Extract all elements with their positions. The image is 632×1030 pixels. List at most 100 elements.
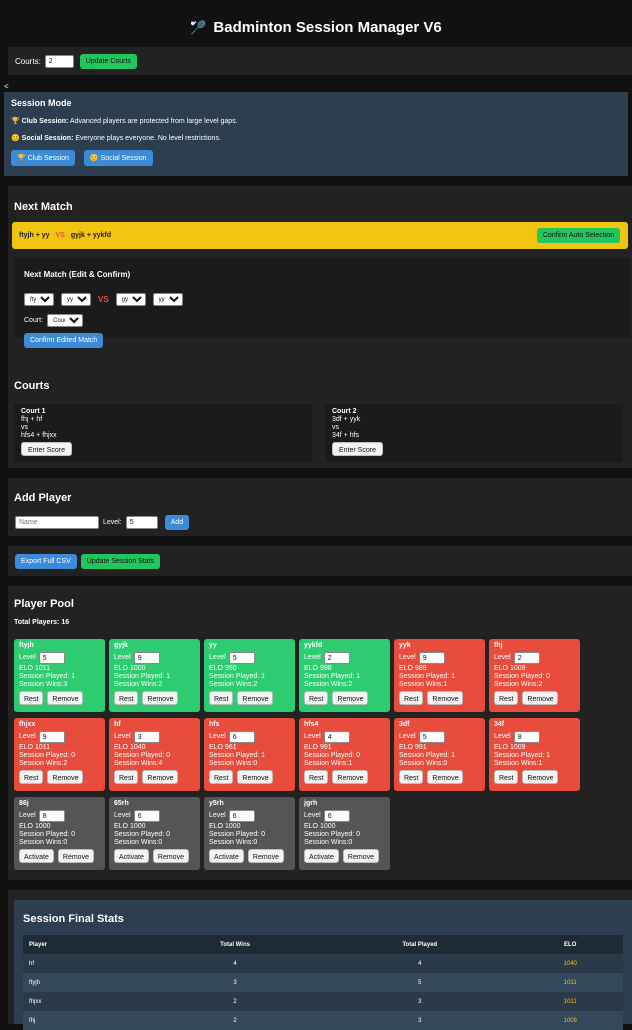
export-csv-button[interactable]: Export Full CSV	[15, 553, 77, 569]
activate-button[interactable]: Activate	[209, 849, 244, 863]
court-select[interactable]: Court 1	[47, 314, 84, 327]
remove-button[interactable]: Remove	[427, 770, 464, 784]
cell-player: fhjxx	[29, 998, 42, 1005]
player-session-wins: Session Wins:0	[304, 839, 353, 846]
level-label: Level	[114, 654, 131, 661]
rest-button[interactable]: Rest	[399, 770, 424, 784]
player-level-input[interactable]	[228, 652, 255, 664]
total-players: Total Players: 16	[14, 619, 70, 626]
remove-button[interactable]: Remove	[342, 849, 379, 863]
player-level-input[interactable]	[125, 516, 158, 529]
rest-button[interactable]: Rest	[494, 691, 519, 705]
rest-button[interactable]: Rest	[494, 770, 519, 784]
rest-button[interactable]: Rest	[114, 691, 139, 705]
activate-button[interactable]: Activate	[114, 849, 149, 863]
add-player-button[interactable]: Add	[164, 515, 190, 530]
player-level-input[interactable]	[513, 731, 540, 743]
confirm-edited-match-button[interactable]: Confirm Edited Match	[24, 333, 104, 348]
confirm-auto-selection-button[interactable]: Confirm Auto Selection	[536, 228, 620, 243]
enter-score-button[interactable]: Enter Score	[332, 442, 383, 456]
player1-select[interactable]: ftyjh	[24, 293, 54, 306]
final-stats-table: Player Total Wins Total Played ELO hf 4 4 1…	[23, 935, 623, 1030]
remove-button[interactable]: Remove	[152, 849, 189, 863]
edit-match-box: Next Match (Edit & Confirm) ftyjh yy VS …	[14, 258, 630, 348]
player-level-input[interactable]	[228, 731, 255, 743]
player-level-input[interactable]	[418, 731, 445, 743]
update-courts-button[interactable]: Update Courts	[79, 53, 137, 69]
remove-button[interactable]: Remove	[57, 849, 94, 863]
activate-button[interactable]: Activate	[304, 849, 339, 863]
remove-button[interactable]: Remove	[47, 691, 84, 705]
player-level-input[interactable]	[418, 652, 445, 664]
update-session-stats-button[interactable]: Update Session Stats	[80, 553, 161, 569]
remove-button[interactable]: Remove	[522, 691, 559, 705]
cell-total-played: 4	[418, 960, 422, 967]
final-stats-title: Session Final Stats	[23, 913, 124, 925]
level-label: Level	[19, 812, 36, 819]
rest-button[interactable]: Rest	[19, 770, 44, 784]
player-level-input[interactable]	[38, 731, 65, 743]
player-level-input[interactable]	[513, 652, 540, 664]
player2-select[interactable]: yy	[61, 293, 91, 306]
court-card: Court 1 fhj + hf vs hfs4 + fhjxx Enter S…	[14, 404, 312, 462]
rest-button[interactable]: Rest	[399, 691, 424, 705]
player-level-input[interactable]	[323, 652, 350, 664]
rest-button[interactable]: Rest	[19, 691, 44, 705]
player-session-wins: Session Wins:2	[19, 760, 68, 767]
player-session-played: Session Played: 0	[114, 752, 171, 759]
player-card: yykfd Level ELO 998Session Played: 1Sessio…	[299, 639, 390, 712]
player-name: jgrh	[304, 800, 318, 807]
player-level-input[interactable]	[228, 810, 255, 822]
player-level-input[interactable]	[38, 652, 65, 664]
cell-elo: 1040	[563, 960, 577, 967]
team-a: ftyjh + yy	[19, 232, 50, 239]
player-session-wins: Session Wins:0	[209, 760, 258, 767]
enter-score-button[interactable]: Enter Score	[21, 442, 72, 456]
player-card: yyk Level ELO 989Session Played: 1Session …	[394, 639, 485, 712]
remove-button[interactable]: Remove	[237, 770, 274, 784]
player-session-wins: Session Wins:2	[209, 681, 258, 688]
rest-button[interactable]: Rest	[114, 770, 139, 784]
rest-button[interactable]: Rest	[209, 691, 234, 705]
player3-select[interactable]: gyjk	[115, 293, 146, 306]
player-session-played: Session Played: 0	[19, 831, 76, 838]
activate-button[interactable]: Activate	[19, 849, 54, 863]
level-label: Level	[19, 733, 36, 740]
cell-total-played: 3	[418, 1017, 422, 1024]
remove-button[interactable]: Remove	[142, 770, 179, 784]
remove-button[interactable]: Remove	[332, 691, 369, 705]
remove-button[interactable]: Remove	[247, 849, 284, 863]
vs-label: VS	[98, 295, 109, 304]
player-card: y5rh Level ELO 1000Session Played: 0Sessio…	[204, 797, 295, 870]
remove-button[interactable]: Remove	[47, 770, 84, 784]
page-title: Badminton Session Manager V6	[213, 19, 442, 36]
player-level-input[interactable]	[133, 652, 160, 664]
social-session-button[interactable]: 😊 Social Session	[83, 150, 153, 166]
player-name: 34f	[494, 721, 505, 728]
player-level-input[interactable]	[133, 731, 160, 743]
remove-button[interactable]: Remove	[427, 691, 464, 705]
remove-button[interactable]: Remove	[522, 770, 559, 784]
courts-count-input[interactable]	[44, 54, 74, 68]
player-name: yy	[209, 642, 217, 649]
remove-button[interactable]: Remove	[142, 691, 179, 705]
player4-select[interactable]: yykfd	[152, 293, 183, 306]
player-level-input[interactable]	[323, 810, 350, 822]
remove-button[interactable]: Remove	[237, 691, 274, 705]
court-team-a: 3df + yyk	[332, 416, 361, 423]
player-level-input[interactable]	[38, 810, 65, 822]
player-level-input[interactable]	[133, 810, 160, 822]
rest-button[interactable]: Rest	[209, 770, 234, 784]
level-label: Level	[494, 654, 511, 661]
player-level-input[interactable]	[323, 731, 350, 743]
rest-button[interactable]: Rest	[304, 691, 329, 705]
club-session-button[interactable]: 🏆 Club Session	[11, 150, 75, 166]
edit-match-title: Next Match (Edit & Confirm)	[24, 270, 131, 279]
rest-button[interactable]: Rest	[304, 770, 329, 784]
player-name-input[interactable]	[15, 516, 99, 529]
player-session-played: Session Played: 1	[399, 673, 456, 680]
player-name: hfs4	[304, 721, 319, 728]
collapse-toggle[interactable]: <	[4, 82, 9, 91]
remove-button[interactable]: Remove	[332, 770, 369, 784]
player-elo: ELO 1040	[114, 744, 146, 751]
